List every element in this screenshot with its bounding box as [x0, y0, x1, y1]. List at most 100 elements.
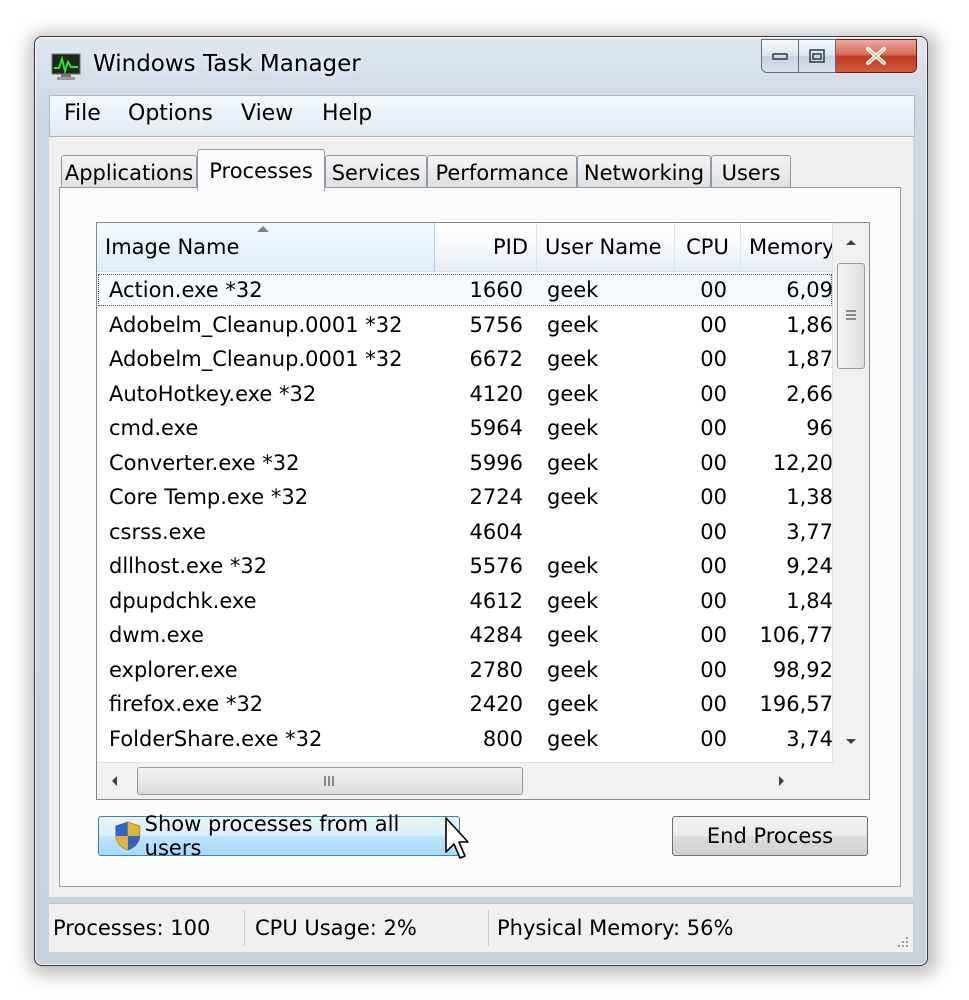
horizontal-scrollbar[interactable]: [97, 762, 835, 799]
process-name: csrss.exe: [109, 519, 206, 544]
menu-file[interactable]: File: [64, 101, 101, 126]
scroll-up-icon[interactable]: [844, 237, 858, 247]
title-bar[interactable]: Windows Task Manager: [35, 37, 927, 95]
process-cpu: 00: [700, 519, 727, 544]
show-all-processes-label: Show processes from all users: [144, 812, 400, 860]
process-name: Core Temp.exe *32: [109, 485, 309, 509]
process-cpu: 00: [700, 657, 727, 682]
process-row[interactable]: Core Temp.exe *32 2724 geek 00 1,38: [97, 480, 833, 514]
scroll-down-icon[interactable]: [844, 737, 858, 747]
list-header: Image Name PID User Name CPU Memory: [97, 223, 835, 272]
process-row[interactable]: cmd.exe 5964 geek 00 96: [97, 411, 833, 445]
show-all-processes-button[interactable]: Show processes from all users: [98, 812, 460, 860]
process-memory: 106,77: [759, 623, 833, 647]
process-memory: 3,77: [786, 519, 833, 544]
process-memory: 98,92: [772, 657, 833, 682]
process-row[interactable]: Adobelm_Cleanup.0001 *32 5756 geek 00 1,86: [97, 308, 833, 342]
process-user: geek: [547, 278, 599, 302]
column-memory[interactable]: Memory: [741, 223, 835, 271]
process-row[interactable]: firefox.exe *32 2420 geek 00 196,57: [97, 687, 833, 721]
process-pid: 4604: [469, 519, 523, 544]
minimize-icon: [772, 53, 788, 60]
vertical-scrollbar[interactable]: [832, 223, 869, 763]
status-physical-memory: Physical Memory: 56%: [497, 916, 734, 940]
grip-icon: [846, 310, 856, 320]
menu-view[interactable]: View: [241, 101, 293, 126]
vertical-scroll-thumb[interactable]: [837, 263, 865, 369]
menu-bar: File Options View Help: [49, 95, 915, 137]
process-pid: 2420: [469, 692, 523, 716]
process-name: AutoHotkey.exe *32: [109, 381, 317, 406]
close-button[interactable]: [836, 39, 917, 73]
process-cpu: 00: [700, 416, 727, 440]
process-row[interactable]: explorer.exe 2780 geek 00 98,92: [97, 653, 833, 687]
tab-networking[interactable]: Networking: [577, 155, 711, 189]
tab-performance[interactable]: Performance: [427, 155, 577, 189]
process-row[interactable]: FolderShare.exe *32 800 geek 00 3,74: [97, 722, 833, 756]
process-name: Action.exe *32: [109, 278, 263, 302]
process-memory: 1,86: [786, 312, 833, 337]
menu-help[interactable]: Help: [322, 101, 372, 126]
column-user-name[interactable]: User Name: [537, 223, 675, 271]
maximize-button[interactable]: [799, 39, 836, 73]
process-user: geek: [547, 485, 599, 509]
process-cpu: 00: [700, 623, 727, 647]
close-icon: [866, 47, 886, 65]
process-cpu: 00: [700, 450, 727, 475]
process-user: geek: [547, 450, 599, 475]
client-area: Applications Processes Services Performa…: [49, 137, 913, 897]
process-row[interactable]: dwm.exe 4284 geek 00 106,77: [97, 618, 833, 652]
process-cpu: 00: [700, 554, 727, 578]
process-pid: 4612: [469, 588, 523, 613]
process-pid: 6672: [469, 347, 523, 371]
column-pid[interactable]: PID: [435, 223, 537, 271]
process-list[interactable]: Image Name PID User Name CPU Memory Acti…: [96, 222, 870, 800]
process-pid: 4284: [469, 623, 523, 647]
process-user: geek: [547, 347, 599, 371]
process-row[interactable]: dpupdchk.exe 4612 geek 00 1,84: [97, 584, 833, 618]
process-row[interactable]: csrss.exe 4604 00 3,77: [97, 515, 833, 549]
process-row[interactable]: AutoHotkey.exe *32 4120 geek 00 2,66: [97, 377, 833, 411]
end-process-button[interactable]: End Process: [672, 816, 868, 856]
process-memory: 1,87: [786, 347, 833, 371]
status-processes: Processes: 100: [49, 910, 245, 946]
tab-services[interactable]: Services: [325, 155, 427, 189]
tab-processes[interactable]: Processes: [197, 149, 325, 191]
process-row[interactable]: dllhost.exe *32 5576 geek 00 9,24: [97, 549, 833, 583]
column-image-name-label: Image Name: [105, 235, 240, 259]
process-memory: 6,09: [786, 278, 833, 302]
process-memory: 2,66: [786, 381, 833, 406]
process-pid: 1660: [469, 278, 523, 302]
maximize-icon: [809, 49, 825, 63]
process-name: firefox.exe *32: [109, 692, 264, 716]
process-pid: 5756: [469, 312, 523, 337]
process-name: cmd.exe: [109, 416, 199, 440]
process-user: geek: [547, 588, 599, 613]
task-manager-icon: [51, 53, 81, 80]
process-pid: 5964: [469, 416, 523, 440]
process-name: Adobelm_Cleanup.0001 *32: [109, 347, 403, 371]
process-name: explorer.exe: [109, 657, 238, 682]
process-user: geek: [547, 657, 599, 682]
process-row[interactable]: Adobelm_Cleanup.0001 *32 6672 geek 00 1,87: [97, 342, 833, 376]
grip-icon: [324, 776, 334, 786]
menu-options[interactable]: Options: [128, 101, 213, 126]
process-pid: 800: [482, 726, 523, 751]
scroll-corner: [833, 763, 869, 799]
process-row[interactable]: Converter.exe *32 5996 geek 00 12,20: [97, 446, 833, 480]
scroll-left-icon[interactable]: [109, 774, 119, 788]
horizontal-scroll-thumb[interactable]: [137, 767, 523, 795]
minimize-button[interactable]: [761, 39, 799, 73]
process-user: geek: [547, 726, 599, 751]
scroll-right-icon[interactable]: [777, 774, 787, 788]
resize-grip-icon[interactable]: [895, 934, 909, 948]
process-user: geek: [547, 692, 599, 716]
process-rows: Action.exe *32 1660 geek 00 6,09 Adobelm_Clea…: [97, 273, 833, 755]
column-image-name[interactable]: Image Name: [97, 223, 435, 271]
tab-users[interactable]: Users: [711, 155, 791, 189]
uac-shield-icon: [115, 821, 141, 851]
process-cpu: 00: [700, 312, 727, 337]
process-row[interactable]: Action.exe *32 1660 geek 00 6,09: [97, 273, 833, 307]
tab-applications[interactable]: Applications: [61, 155, 197, 189]
column-cpu[interactable]: CPU: [675, 223, 741, 271]
